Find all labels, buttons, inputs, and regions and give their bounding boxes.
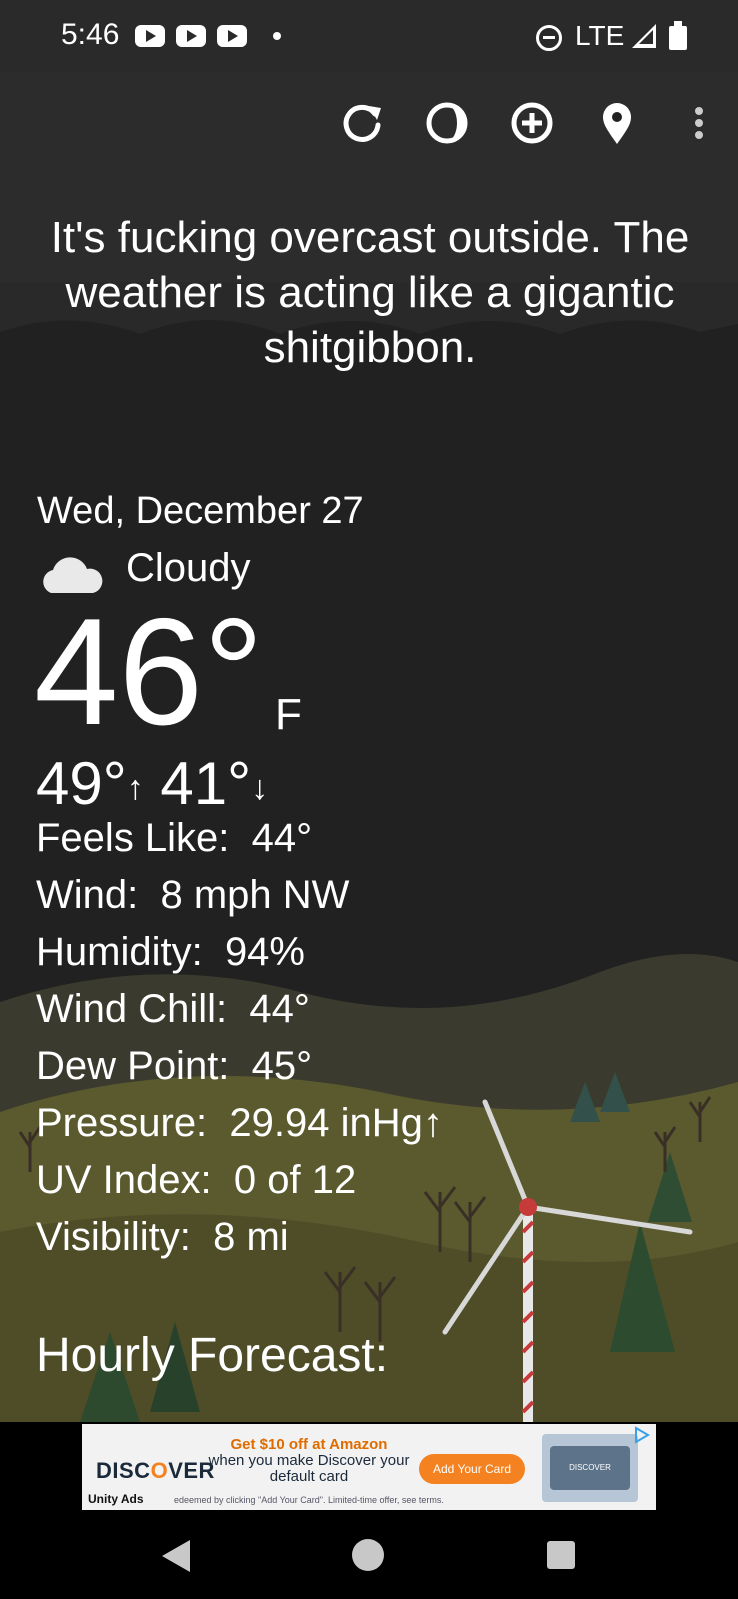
detail-visibility: Visibility: 8 mi [36, 1215, 289, 1259]
more-options-icon[interactable] [676, 98, 722, 148]
ad-choices-icon[interactable] [632, 1426, 650, 1444]
add-location-icon[interactable] [507, 98, 557, 148]
signal-icon [632, 24, 656, 48]
more-notifications-dot [273, 32, 281, 40]
temperature-unit: F [275, 690, 302, 739]
detail-wind-chill: Wind Chill: 44° [36, 987, 310, 1031]
status-time: 5:46 [61, 18, 120, 51]
detail-feels-like: Feels Like: 44° [36, 816, 313, 860]
ad-fine-print: edeemed by clicking "Add Your Card". Lim… [174, 1495, 444, 1505]
condition-label: Cloudy [126, 546, 251, 590]
ad-headline: Get $10 off at Amazon [230, 1436, 388, 1453]
back-icon[interactable] [162, 1540, 190, 1572]
ad-brand-logo: DISCOVER [96, 1458, 215, 1483]
unity-ads-label: Unity Ads [88, 1492, 144, 1506]
detail-wind: Wind: 8 mph NW [36, 873, 350, 917]
youtube-icon [135, 25, 165, 47]
ad-banner[interactable]: DISCOVER Get $10 off at Amazon when you … [82, 1424, 656, 1512]
ad-card-image: DISCOVER [542, 1434, 638, 1502]
weather-headline: It's fucking overcast outside. The weath… [50, 213, 690, 372]
arrow-down-icon: ↓ [251, 769, 269, 808]
home-icon[interactable] [352, 1539, 384, 1571]
do-not-disturb-icon [536, 25, 562, 51]
hourly-forecast-title: Hourly Forecast: [36, 1329, 389, 1382]
youtube-icon [217, 25, 247, 47]
recents-icon[interactable] [547, 1541, 575, 1569]
low-temp: 41° [160, 750, 252, 817]
location-pin-icon[interactable] [592, 98, 642, 148]
battery-icon [669, 21, 687, 50]
youtube-icon [176, 25, 206, 47]
detail-dew-point: Dew Point: 45° [36, 1044, 313, 1088]
status-bar: 5:46 LTE [0, 0, 738, 72]
detail-uv-index: UV Index: 0 of 12 [36, 1158, 357, 1202]
high-low: 49°↑ 41°↓ [36, 752, 268, 820]
detail-humidity: Humidity: 94% [36, 930, 305, 974]
high-temp: 49° [36, 750, 127, 817]
ad-subtext: when you make Discover your default card [208, 1452, 410, 1485]
network-type: LTE [575, 20, 625, 51]
current-temperature: 46° [34, 587, 264, 757]
add-your-card-button[interactable]: Add Your Card [419, 1454, 525, 1484]
detail-pressure: Pressure: 29.94 inHg↑ [36, 1101, 443, 1145]
theme-icon[interactable] [422, 98, 472, 148]
current-date: Wed, December 27 [37, 490, 364, 532]
refresh-icon[interactable] [337, 98, 387, 148]
arrow-up-icon: ↑ [126, 769, 144, 808]
